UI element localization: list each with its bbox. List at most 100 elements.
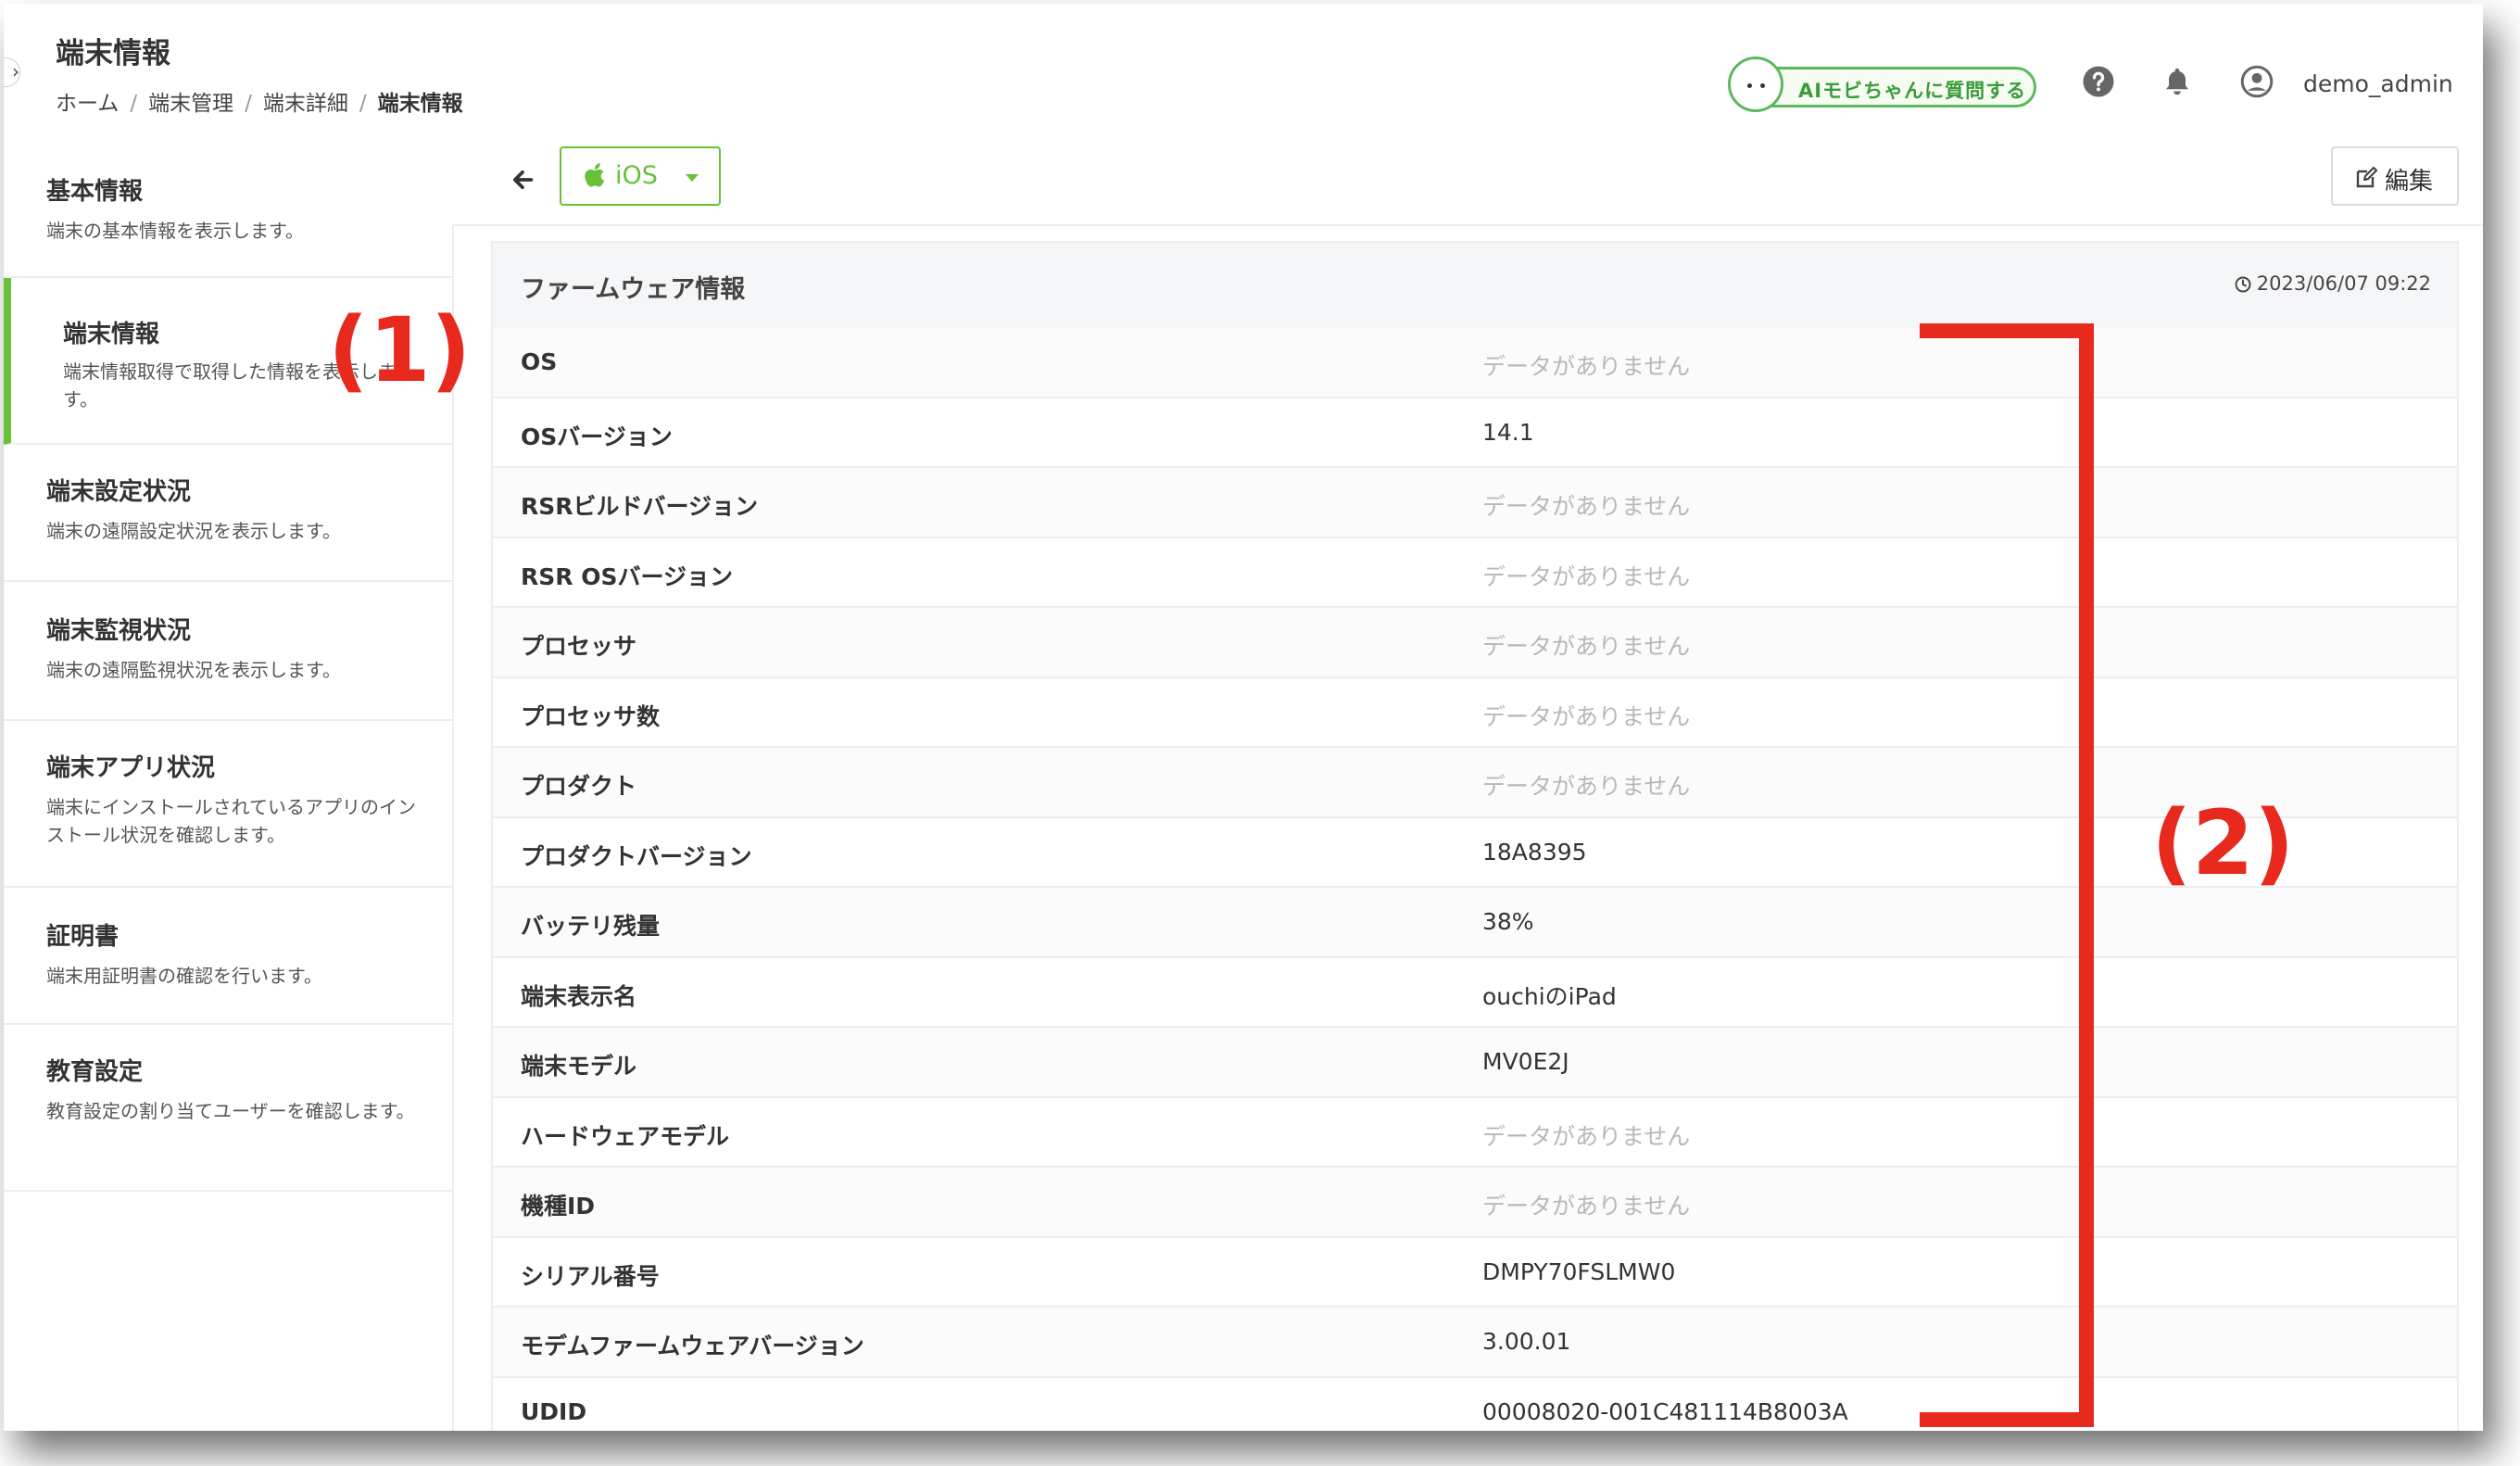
table-row: OSバージョン 14.1 [493,398,2457,468]
sidebar-item-desc: 端末の基本情報を表示します。 [46,220,304,242]
table-row: RSR OSバージョン データがありません [493,537,2457,608]
os-select-dropdown[interactable]: iOS [560,146,721,206]
row-value: データがありません [1482,773,1691,800]
sidebar-item-education-settings[interactable]: 教育設定 教育設定の割り当てユーザーを確認します。 [4,1025,452,1192]
annotation-label-1: (1) [328,298,472,402]
sidebar-item-title: 端末設定状況 [46,478,192,506]
table-row: UDID 00008020-001C481114B8003A [493,1377,2457,1431]
panel-title: ファームウェア情報 [521,275,746,304]
sidebar-item-desc: 端末の遠隔監視状況を表示します。 [46,659,341,681]
table-row: OS データがありません [493,328,2457,398]
user-avatar-icon[interactable] [2240,65,2274,98]
top-header: 端末情報 ホーム / 端末管理 / 端末詳細 / 端末情報 AIモビちゃんに質問する dem… [4,4,2483,137]
row-value: DMPY70FSLMW0 [1482,1257,1676,1285]
row-value: 3.00.01 [1482,1328,1571,1355]
annotation-bracket [1920,323,2096,1431]
breadcrumb-current: 端末情報 [377,92,463,116]
sidebar-item-title: 証明書 [46,923,120,951]
sidebar-item-desc: 端末の遠隔設定状況を表示します。 [46,520,341,542]
row-label: OSバージョン [521,423,673,450]
row-label: OS [521,348,558,375]
app-window: 端末情報 ホーム / 端末管理 / 端末詳細 / 端末情報 AIモビちゃんに質問する dem… [4,4,2483,1431]
row-label: シリアル番号 [521,1262,660,1290]
username[interactable]: demo_admin [2303,70,2453,97]
sidebar-item-title: 端末監視状況 [46,617,192,645]
sidebar-item-desc: 端末にインストールされているアプリのインストール状況を確認します。 [46,796,416,846]
edit-button[interactable]: 編集 [2331,146,2459,206]
row-value: 00008020-001C481114B8003A [1482,1397,1848,1425]
sidebar-item-device-apps[interactable]: 端末アプリ状況 端末にインストールされているアプリのインストール状況を確認します… [4,721,452,888]
table-row: 機種ID データがありません [493,1168,2457,1238]
breadcrumb-separator: / [130,92,138,116]
row-value: データがありません [1482,562,1691,590]
row-label: ハードウェアモデル [521,1122,730,1150]
table-row: バッテリ残量 38% [493,888,2457,958]
row-label: プロセッサ [521,633,637,660]
clock-icon [2235,276,2251,293]
table-row: プロセッサ数 データがありません [493,677,2457,748]
row-label: 端末表示名 [521,982,637,1010]
row-value: データがありません [1482,702,1691,730]
sidebar-item-certificates[interactable]: 証明書 端末用証明書の確認を行います。 [4,888,452,1025]
breadcrumb-separator: / [359,92,367,116]
ai-chat-button[interactable]: AIモビちゃんに質問する [1728,57,2036,112]
row-label: バッテリ残量 [521,913,661,940]
page-title: 端末情報 [56,37,170,70]
row-label: モデムファームウェアバージョン [521,1333,864,1359]
table-row: 端末モデル MV0E2J [493,1028,2457,1098]
edit-button-label: 編集 [2385,168,2434,196]
table-row: 端末表示名 ouchiのiPad [493,957,2457,1028]
breadcrumb-device-detail[interactable]: 端末詳細 [263,92,348,116]
table-row: シリアル番号 DMPY70FSLMW0 [493,1237,2457,1308]
breadcrumb-home[interactable]: ホーム [56,92,119,116]
sidebar-item-desc: 端末用証明書の確認を行います。 [46,965,322,987]
breadcrumb: ホーム / 端末管理 / 端末詳細 / 端末情報 [56,85,463,117]
help-icon[interactable] [2082,65,2115,98]
row-label: RSRビルドバージョン [521,493,759,520]
sidebar-item-title: 端末情報 [63,321,160,348]
row-value: ouchiのiPad [1482,982,1617,1010]
content-toolbar: iOS 編集 [452,135,2483,226]
sidebar-item-device-monitoring[interactable]: 端末監視状況 端末の遠隔監視状況を表示します。 [4,582,452,721]
row-value: 18A8395 [1482,838,1587,866]
sidebar-item-title: 基本情報 [46,178,144,206]
row-value: データがありません [1482,1193,1691,1220]
back-arrow-icon[interactable] [510,167,536,193]
timestamp-text: 2023/06/07 09:22 [2256,272,2431,295]
row-label: UDID [521,1397,587,1425]
breadcrumb-separator: / [245,92,252,116]
table-row: ハードウェアモデル データがありません [493,1097,2457,1168]
sidebar-item-device-settings[interactable]: 端末設定状況 端末の遠隔設定状況を表示します。 [4,445,452,582]
ai-chat-button-label: AIモビちゃんに質問する [1798,80,2027,102]
row-value: データがありません [1482,353,1691,380]
row-value: データがありません [1482,633,1691,660]
row-value: MV0E2J [1482,1048,1569,1075]
annotation-label-2: (2) [2151,791,2295,895]
row-value: 38% [1482,908,1534,935]
row-label: 端末モデル [521,1053,637,1080]
sidebar-item-title: 端末アプリ状況 [46,754,216,782]
os-select-value: iOS [615,161,658,190]
row-label: RSR OSバージョン [521,562,733,590]
edit-icon [2356,167,2377,188]
table-row: RSRビルドバージョン データがありません [493,468,2457,538]
row-value: データがありません [1482,493,1691,520]
table-row: プロセッサ データがありません [493,608,2457,678]
panel-timestamp: 2023/06/07 09:22 [2235,272,2431,295]
row-label: プロダクトバージョン [521,842,752,870]
apple-icon [585,163,605,187]
sidebar-item-basic-info[interactable]: 基本情報 端末の基本情報を表示します。 [4,135,452,278]
breadcrumb-device-management[interactable]: 端末管理 [148,92,233,116]
panel-header: ファームウェア情報 2023/06/07 09:22 [493,243,2457,330]
row-value: 14.1 [1482,418,1534,446]
mascot-icon [1728,57,1783,112]
table-row: モデムファームウェアバージョン 3.00.01 [493,1308,2457,1378]
row-value: データがありません [1482,1122,1691,1150]
row-label: プロセッサ数 [521,702,661,730]
row-label: プロダクト [521,773,637,800]
bell-icon[interactable] [2161,65,2194,98]
row-label: 機種ID [521,1193,596,1220]
sidebar-item-desc: 教育設定の割り当てユーザーを確認します。 [46,1100,415,1122]
sidebar-item-title: 教育設定 [46,1058,144,1086]
caret-down-icon [686,174,699,182]
